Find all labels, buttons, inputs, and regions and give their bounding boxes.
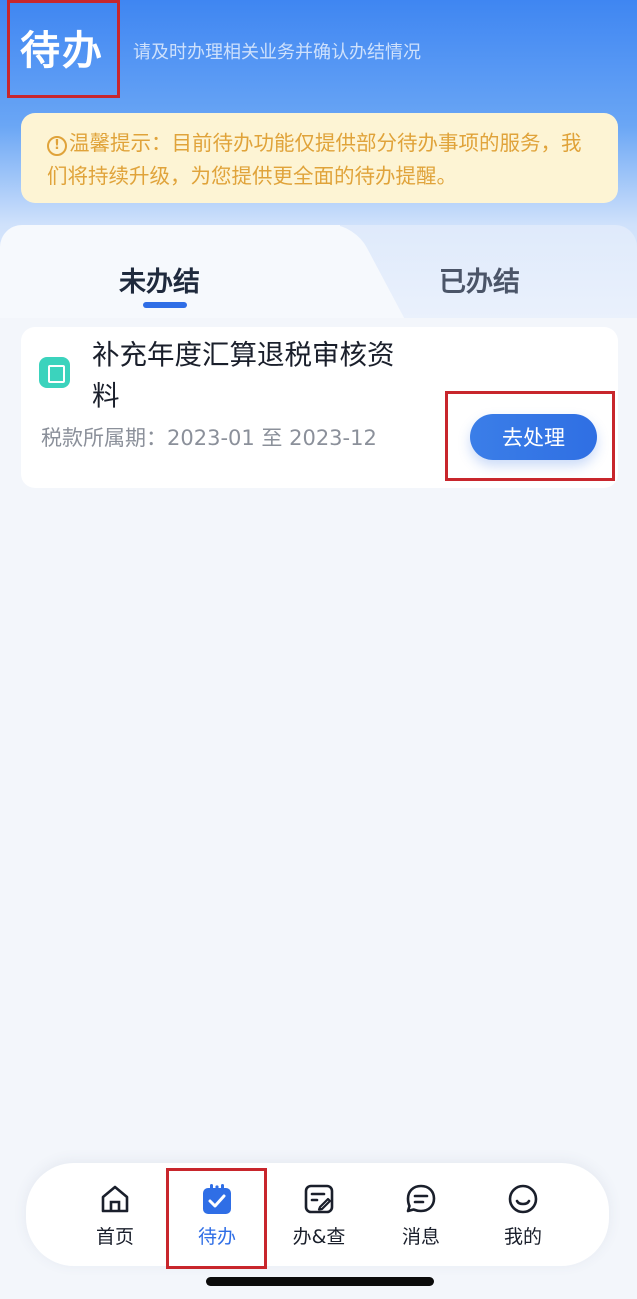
info-circle-icon: ! [47,136,67,156]
notice-text: 温馨提示：目前待办功能仅提供部分待办事项的服务，我们将持续升级，为您提供更全面的… [47,131,582,188]
nav-item-messages[interactable]: 消息 [379,1182,463,1249]
nav-label-mine: 我的 [503,1226,542,1248]
nav-label-messages: 消息 [401,1226,440,1248]
home-indicator [206,1277,434,1286]
smile-face-icon [508,1184,538,1214]
nav-label-handle-query: 办&查 [292,1226,346,1248]
nav-label-home: 首页 [95,1226,134,1248]
nav-item-mine[interactable]: 我的 [481,1182,565,1249]
task-card[interactable]: 补充年度汇算退税审核资料 税款所属期：2023-01 至 2023-12 去处理 [21,327,618,488]
active-tab-indicator [143,302,187,308]
nav-item-todo[interactable]: 待办 [175,1182,259,1249]
nav-label-todo: 待办 [197,1226,236,1248]
page-title: 待办 [20,28,104,74]
nav-item-home[interactable]: 首页 [73,1182,157,1249]
task-title: 补充年度汇算退税审核资料 [92,339,395,412]
tab-finished[interactable]: 已办结 [439,260,520,299]
tab-unfinished[interactable]: 未办结 [119,260,200,299]
home-icon [101,1185,129,1213]
page-subtitle: 请及时办理相关业务并确认办结情况 [133,42,421,63]
document-edit-icon [304,1184,334,1214]
todo-calendar-icon [203,1184,231,1214]
task-document-icon [39,357,70,388]
notice-banner: ! 温馨提示：目前待办功能仅提供部分待办事项的服务，我们将持续升级，为您提供更全面… [21,113,618,203]
task-period: 税款所属期：2023-01 至 2023-12 [41,426,377,450]
process-button[interactable]: 去处理 [470,414,597,460]
message-icon [406,1184,436,1213]
nav-item-handle-query[interactable]: 办&查 [277,1182,361,1249]
